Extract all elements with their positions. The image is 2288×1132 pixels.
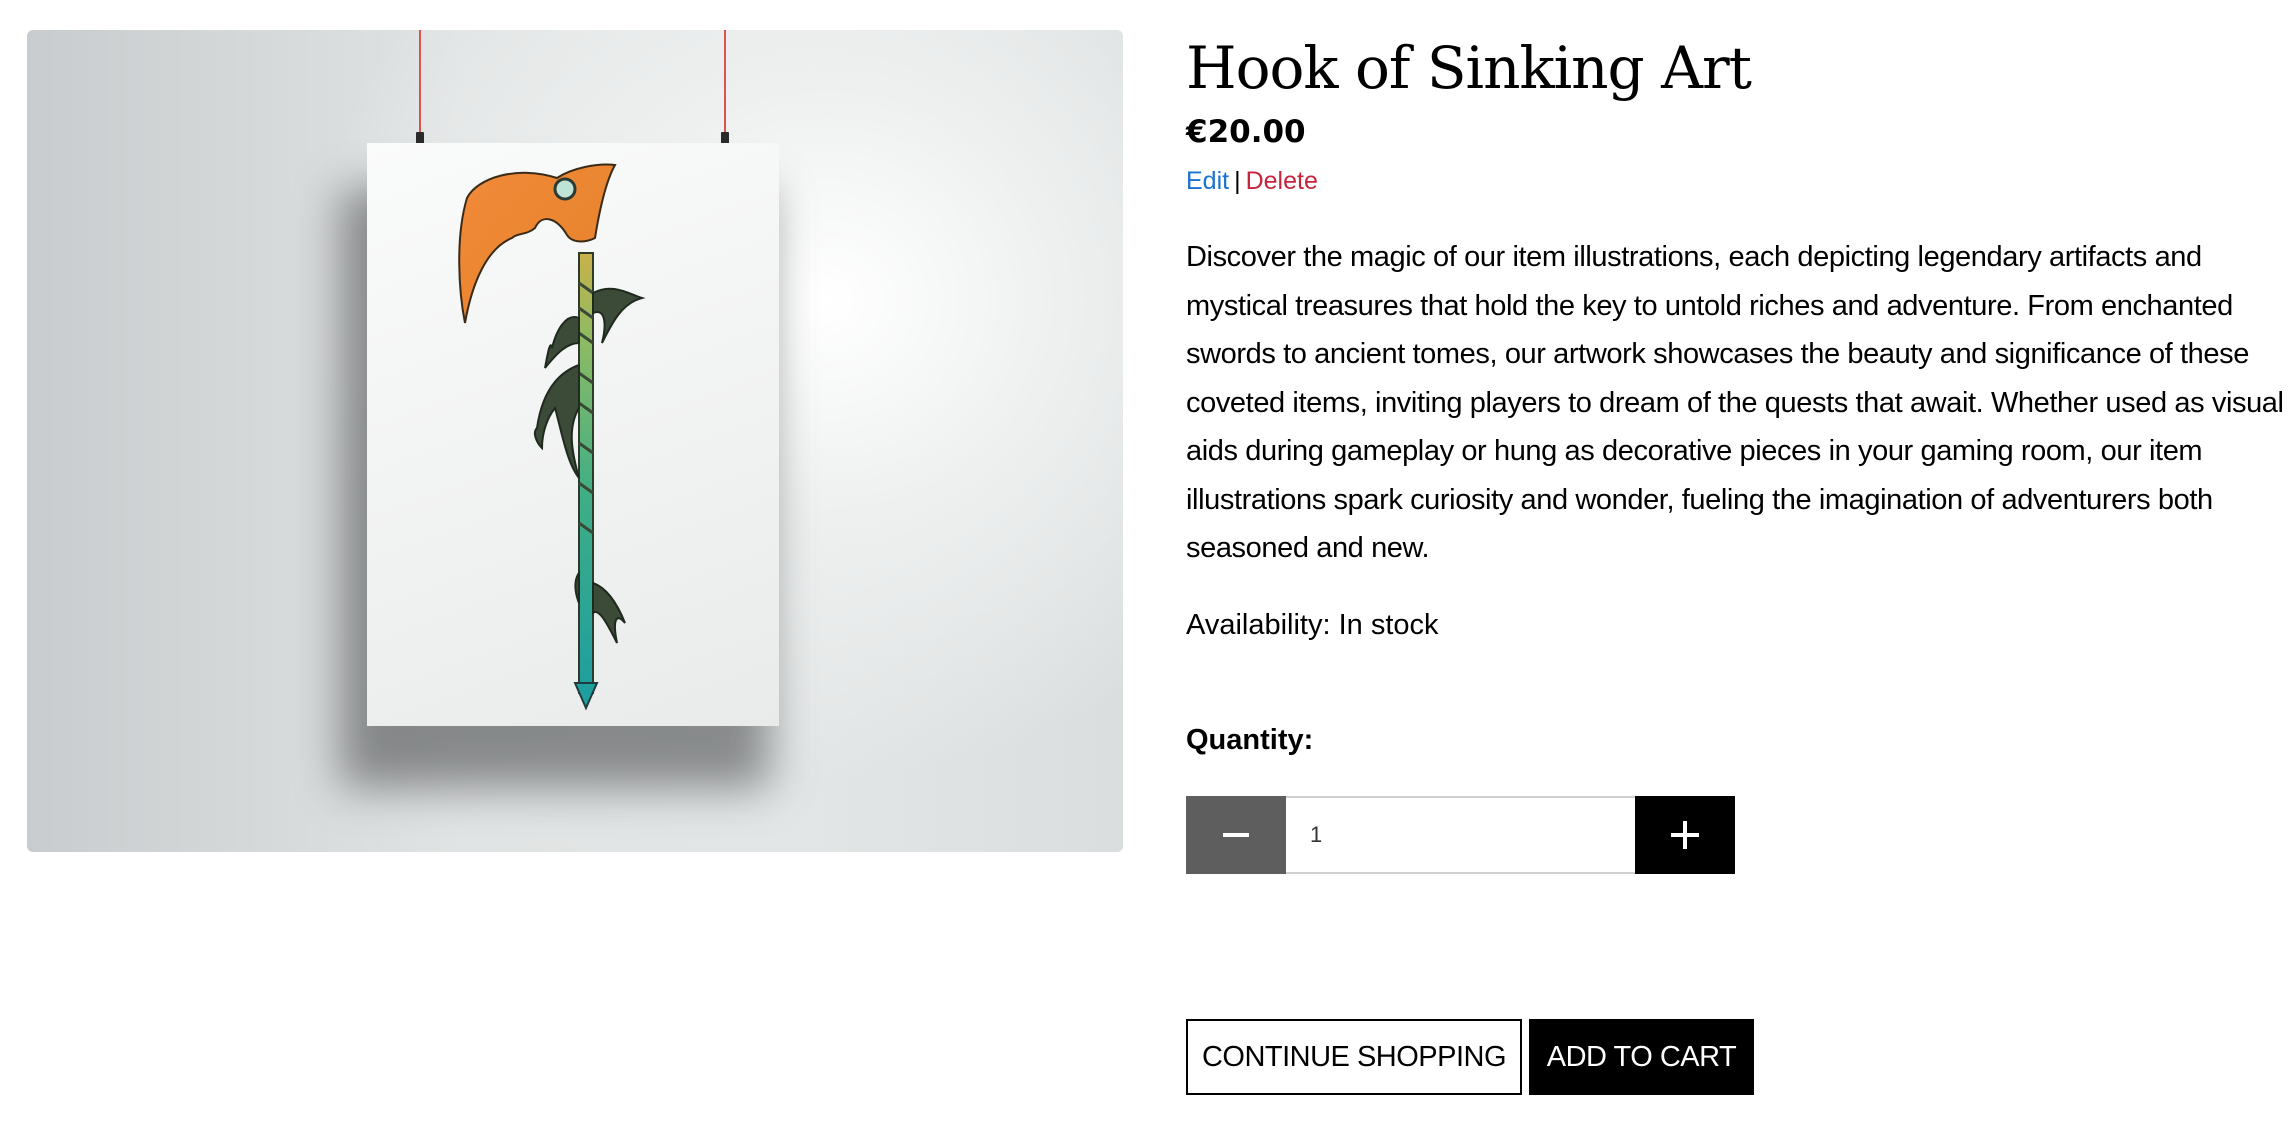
quantity-label: Quantity: <box>1186 724 1314 756</box>
minus-icon <box>1223 833 1249 837</box>
edit-link[interactable]: Edit <box>1186 167 1229 195</box>
availability-status: Availability: In stock <box>1186 609 1439 641</box>
product-image <box>27 30 1123 852</box>
hanging-wire-left <box>419 30 421 132</box>
admin-actions: Edit | Delete <box>1186 164 1318 198</box>
decrease-quantity-button[interactable] <box>1186 796 1286 874</box>
continue-shopping-button[interactable]: CONTINUE SHOPPING <box>1186 1019 1522 1095</box>
increase-quantity-button[interactable] <box>1635 796 1735 874</box>
product-title: Hook of Sinking Art <box>1186 34 1752 102</box>
quantity-input[interactable] <box>1286 796 1635 874</box>
product-price: €20.00 <box>1186 114 1306 150</box>
delete-link[interactable]: Delete <box>1246 167 1318 195</box>
plus-icon <box>1671 821 1699 849</box>
scythe-illustration <box>458 163 646 711</box>
action-separator: | <box>1234 167 1241 195</box>
hanging-wire-right <box>724 30 726 132</box>
product-description: Discover the magic of our item illustrat… <box>1186 241 2284 564</box>
cart-buttons: CONTINUE SHOPPING ADD TO CART <box>1186 1019 1754 1095</box>
poster <box>367 143 779 726</box>
add-to-cart-button[interactable]: ADD TO CART <box>1529 1019 1754 1095</box>
quantity-stepper <box>1186 796 1735 874</box>
